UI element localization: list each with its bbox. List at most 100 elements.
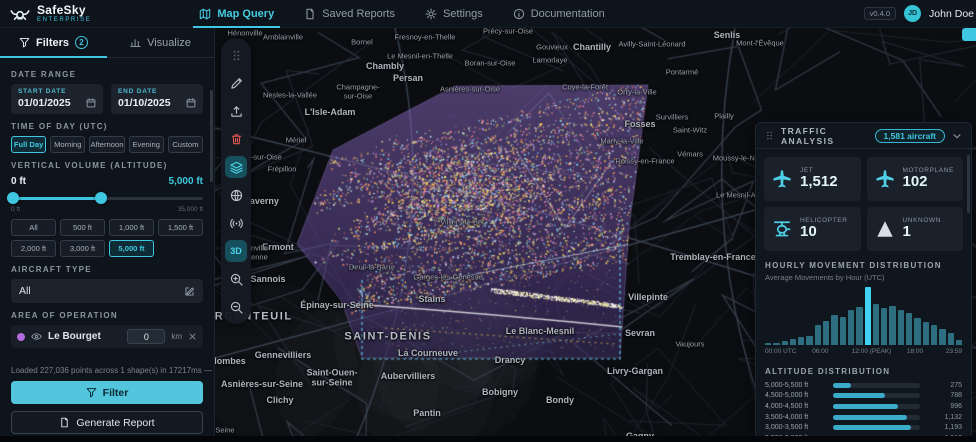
filter-button[interactable]: Filter [11, 381, 203, 404]
start-date-field[interactable]: START DATE 01/01/2025 [11, 84, 103, 114]
doc-icon [304, 8, 316, 20]
chevron-down-icon [951, 130, 963, 142]
nav-settings[interactable]: Settings [425, 0, 483, 28]
map-tool-upload[interactable] [225, 100, 247, 122]
map-tool-cube-3d[interactable]: 3D [225, 240, 247, 262]
end-date-field[interactable]: END DATE 01/10/2025 [111, 84, 203, 114]
preset-1-000-ft[interactable]: 1,000 ft [109, 219, 154, 236]
chevron-down-icon[interactable] [951, 130, 963, 142]
pencil-icon [230, 77, 243, 90]
tab-label: Filters [36, 37, 69, 49]
panel-scrollbar[interactable] [967, 155, 970, 213]
nav-label: Saved Reports [322, 8, 395, 20]
map-tool-broadcast[interactable] [225, 212, 247, 234]
stat-value: 102 [903, 174, 954, 191]
map-tool-layers[interactable] [225, 156, 247, 178]
radius-input[interactable]: 0 [127, 329, 165, 344]
jet-icon [875, 169, 895, 189]
hour-bar-10 [848, 310, 854, 345]
tod-evening[interactable]: Evening [129, 136, 164, 153]
nav-label: Settings [443, 8, 483, 20]
aircraft-type-heading: AIRCRAFT TYPE [11, 265, 203, 274]
map-tool-pencil[interactable] [225, 72, 247, 94]
hour-bar-00 [765, 343, 771, 345]
app-logo[interactable]: SafeSky ENTERPRISE [10, 4, 91, 24]
preset-1-500-ft[interactable]: 1,500 ft [158, 219, 203, 236]
stat-value: 1 [903, 224, 942, 241]
zoom-out-icon [230, 301, 243, 314]
nav-documentation[interactable]: Documentation [513, 0, 605, 28]
slider-handle-min[interactable] [7, 192, 19, 204]
nav-map-query[interactable]: Map Query [199, 0, 274, 28]
preset-all[interactable]: All [11, 219, 56, 236]
broadcast-icon [230, 217, 243, 230]
hour-bar-22 [948, 333, 954, 345]
map-tool-globe[interactable] [225, 184, 247, 206]
tod-full-day[interactable]: Full Day [11, 136, 46, 153]
area-name: Le Bourget [48, 331, 101, 342]
area-row-le-bourget: Le Bourget 0 km [11, 325, 203, 348]
tab-visualize[interactable]: Visualize [107, 28, 214, 57]
calendar-icon[interactable] [86, 98, 96, 108]
start-date-value[interactable]: 01/01/2025 [18, 97, 71, 109]
sidebar-scrollbar[interactable] [210, 90, 213, 182]
panel-grip-icon[interactable] [764, 130, 775, 141]
altitude-bar-track [833, 425, 920, 430]
map-toolbar: 3D [221, 38, 251, 324]
hour-bar-09 [840, 317, 846, 345]
preset-5-000-ft[interactable]: 5,000 ft [109, 240, 154, 257]
preset-500-ft[interactable]: 500 ft [60, 219, 105, 236]
altitude-value: 1,193 [926, 424, 962, 431]
user-name[interactable]: John Doe [929, 8, 974, 20]
scale-min-label: 0 ft [11, 206, 20, 213]
active-underline [193, 26, 280, 28]
layers-icon [230, 161, 243, 174]
collapsed-side-button[interactable] [962, 28, 976, 41]
slider-fill [11, 197, 101, 200]
version-badge: v0.4.0 [864, 7, 896, 20]
altitude-min-value: 0 ft [11, 176, 26, 187]
altitude-bar-track [833, 415, 920, 420]
tod-custom[interactable]: Custom [168, 136, 203, 153]
hour-tick: 18:00 [907, 348, 923, 355]
avatar[interactable]: JD [904, 5, 921, 22]
map-tool-zoom-out[interactable] [225, 296, 247, 318]
tod-afternoon[interactable]: Afternoon [89, 136, 124, 153]
generate-report-button[interactable]: Generate Report [11, 411, 203, 434]
slider-handle-max[interactable] [95, 192, 107, 204]
start-date-label: START DATE [18, 88, 96, 95]
altitude-bar-fill [833, 404, 898, 409]
date-range-heading: DATE RANGE [11, 70, 203, 79]
hour-bar-06 [815, 325, 821, 345]
aircraft-type-field[interactable]: All [11, 279, 203, 303]
map-tool-grip[interactable] [225, 44, 247, 66]
upload-icon [230, 105, 243, 118]
hour-bar-17 [906, 313, 912, 345]
hour-bar-08 [831, 315, 837, 345]
map-icon [199, 8, 211, 20]
scale-max-label: 35,000 ft [178, 206, 203, 213]
hour-bar-01 [773, 343, 779, 345]
tod-morning[interactable]: Morning [50, 136, 85, 153]
hour-bar-23 [956, 340, 962, 345]
panel-header[interactable]: TRAFFIC ANALYSIS 1,581 aircraft [756, 123, 971, 149]
end-date-value[interactable]: 01/10/2025 [118, 97, 171, 109]
edit-icon[interactable] [184, 286, 195, 297]
preset-2-000-ft[interactable]: 2,000 ft [11, 240, 56, 257]
info-icon [513, 8, 525, 20]
map-tool-zoom-in[interactable] [225, 268, 247, 290]
remove-area-icon[interactable] [188, 332, 197, 341]
nav-saved-reports[interactable]: Saved Reports [304, 0, 395, 28]
altitude-label: 4,000-4,500 ft [765, 403, 827, 410]
altitude-range-slider[interactable] [11, 191, 203, 205]
map-tool-trash[interactable] [225, 128, 247, 150]
calendar-icon[interactable] [186, 98, 196, 108]
stat-unknown: UNKNOWN1 [867, 207, 964, 251]
altitude-row-2: 4,000-4,500 ft996 [765, 401, 962, 412]
tab-filters[interactable]: Filters2 [0, 28, 107, 57]
altitude-presets: All500 ft1,000 ft1,500 ft 2,000 ft3,000 f… [11, 219, 203, 257]
eye-icon[interactable] [31, 331, 42, 342]
altitude-value: 1,132 [926, 414, 962, 421]
edit-icon [184, 286, 195, 297]
preset-3-000-ft[interactable]: 3,000 ft [60, 240, 105, 257]
